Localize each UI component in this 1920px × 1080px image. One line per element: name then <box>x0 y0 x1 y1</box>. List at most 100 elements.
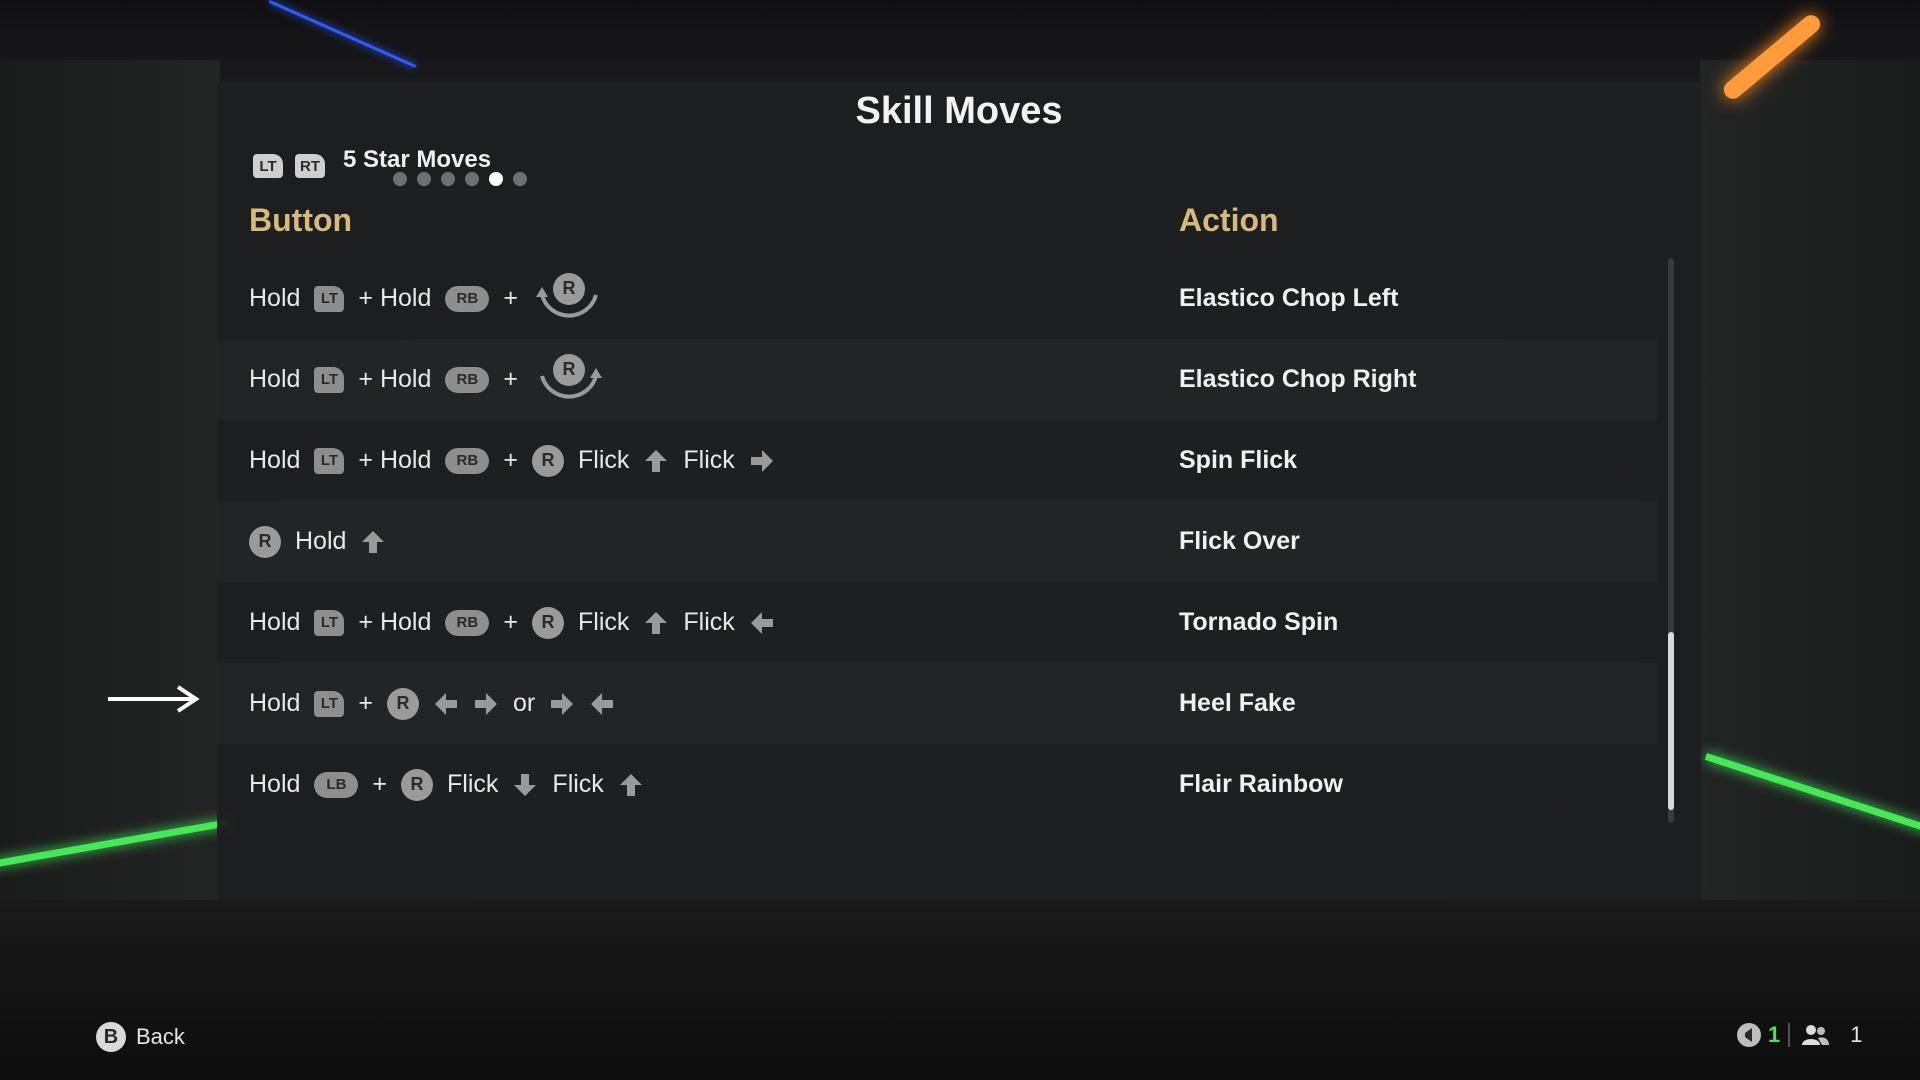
arrow-right-icon <box>473 691 499 717</box>
lt-trigger-icon: LT <box>314 447 345 474</box>
rb-bumper-icon: RB <box>445 609 490 636</box>
right-stick-icon: R <box>249 525 281 558</box>
right-stick-rotate-right-icon: R <box>532 352 606 408</box>
command-text: Hold <box>249 365 301 393</box>
button-combination: Hold LT + Hold RB + R Flick Flick <box>249 444 789 477</box>
lt-trigger-icon: LT <box>314 285 345 312</box>
command-text: + Hold <box>358 608 432 636</box>
move-row[interactable]: R Hold Flick Over <box>217 501 1657 582</box>
player-count: 1 <box>1850 1022 1863 1047</box>
column-header-button: Button <box>249 202 353 238</box>
command-text: Flick <box>683 446 735 474</box>
button-combination: Hold LT + Hold RB + R <box>249 271 620 327</box>
command-text: + <box>503 284 518 312</box>
command-text: + <box>503 365 518 393</box>
page-title: Skill Moves <box>855 90 1063 132</box>
command-text: Flick <box>578 608 630 636</box>
page-indicator <box>393 172 537 186</box>
command-text: Hold <box>249 284 301 312</box>
action-name: Flick Over <box>1179 527 1300 555</box>
move-row[interactable]: Hold LT + Ror Heel Fake <box>217 663 1657 744</box>
command-text: Flick <box>578 446 630 474</box>
lb-bumper-icon: LB <box>314 771 359 798</box>
command-text: + Hold <box>358 446 432 474</box>
page-dot-6 <box>513 172 527 186</box>
move-row[interactable]: Hold LT + Hold RB + R Flick Flick Spin Flick <box>217 420 1657 501</box>
page-dot-2 <box>417 172 431 186</box>
background-floor <box>0 900 1920 1080</box>
b-button-icon: B <box>96 1022 126 1052</box>
category-selector[interactable]: LT RT 5 Star Moves <box>253 146 527 186</box>
move-row[interactable]: Hold LT + Hold RB + R Elastico Chop Right <box>217 339 1657 420</box>
sound-icon <box>1737 1023 1761 1047</box>
button-combination: R Hold <box>249 525 400 558</box>
arrow-left-icon <box>433 691 459 717</box>
button-combination: Hold LT + Hold RB + R <box>249 352 620 408</box>
rb-bumper-icon: RB <box>445 285 490 312</box>
command-text: Flick <box>683 608 735 636</box>
selection-pointer-arrow-icon <box>108 684 204 719</box>
category-label: 5 Star Moves <box>343 146 492 173</box>
rb-bumper-icon: RB <box>445 447 490 474</box>
rt-trigger-icon[interactable]: RT <box>295 154 325 178</box>
right-stick-icon: R <box>532 444 564 477</box>
right-stick-icon: R <box>401 768 434 801</box>
command-text: Hold <box>249 689 301 717</box>
arrow-right-icon <box>749 448 775 474</box>
action-name: Spin Flick <box>1179 446 1298 474</box>
command-text: Flick <box>552 770 604 798</box>
rb-bumper-icon: RB <box>445 366 490 393</box>
move-row[interactable]: Hold LT + Hold RB + R Elastico Chop Left <box>217 258 1657 339</box>
command-text: + Hold <box>358 365 432 393</box>
button-combination: Hold LT + Ror <box>249 687 629 720</box>
back-label: Back <box>136 1024 185 1049</box>
page-dot-4 <box>465 172 479 186</box>
command-text: + <box>372 770 388 798</box>
users-icon <box>1802 1025 1830 1045</box>
command-text: Hold <box>249 446 301 474</box>
arrow-right-icon <box>549 691 575 717</box>
status-separator <box>1788 1023 1791 1047</box>
arrow-left-icon <box>749 610 775 636</box>
lt-trigger-icon[interactable]: LT <box>253 154 283 178</box>
command-text: + <box>503 608 518 636</box>
background-ceiling <box>0 0 1920 90</box>
command-text: + <box>503 446 518 474</box>
action-name: Flair Rainbow <box>1179 770 1343 798</box>
arrow-up-icon <box>360 529 386 555</box>
command-text: + Hold <box>358 284 432 312</box>
lt-trigger-icon: LT <box>314 609 345 636</box>
background-wall-left <box>0 60 220 920</box>
column-header-action: Action <box>1179 202 1279 238</box>
button-combination: Hold LB + R Flick Flick <box>249 768 658 801</box>
right-stick-rotate-left-icon: R <box>532 271 606 327</box>
back-button[interactable]: B Back <box>96 1022 185 1052</box>
page-dot-3 <box>441 172 455 186</box>
right-stick-icon: R <box>532 606 564 639</box>
arrow-up-icon <box>643 610 669 636</box>
button-combination: Hold LT + Hold RB + R Flick Flick <box>249 606 789 639</box>
action-name: Tornado Spin <box>1179 608 1339 636</box>
lt-trigger-icon: LT <box>314 366 345 393</box>
page-dot-5 <box>489 172 503 186</box>
command-text: Hold <box>249 770 301 798</box>
command-text: + <box>358 689 374 717</box>
moves-list: Hold LT + Hold RB + R Elastico Chop Left Hold LT… <box>217 258 1657 825</box>
action-name: Heel Fake <box>1179 689 1296 717</box>
move-row[interactable]: Hold LT + Hold RB + R Flick Flick Tornado Spin <box>217 582 1657 663</box>
skill-moves-panel: Skill Moves LT RT 5 Star Moves Button Ac… <box>217 82 1701 900</box>
arrow-left-icon <box>589 691 615 717</box>
action-name: Elastico Chop Left <box>1179 284 1399 312</box>
page-dot-1 <box>393 172 407 186</box>
right-stick-icon: R <box>387 687 420 720</box>
lt-trigger-icon: LT <box>314 690 345 717</box>
move-row[interactable]: Hold LB + R Flick Flick Flair Rainbow <box>217 744 1657 825</box>
arrow-up-icon <box>618 772 644 798</box>
status-indicators: 1 1 <box>1736 1022 1863 1048</box>
command-text: or <box>513 689 536 717</box>
arrow-up-icon <box>643 448 669 474</box>
command-text: Hold <box>295 527 347 555</box>
scrollbar-thumb[interactable] <box>1668 632 1674 810</box>
command-text: Flick <box>447 770 499 798</box>
player-count-green: 1 <box>1768 1022 1781 1047</box>
